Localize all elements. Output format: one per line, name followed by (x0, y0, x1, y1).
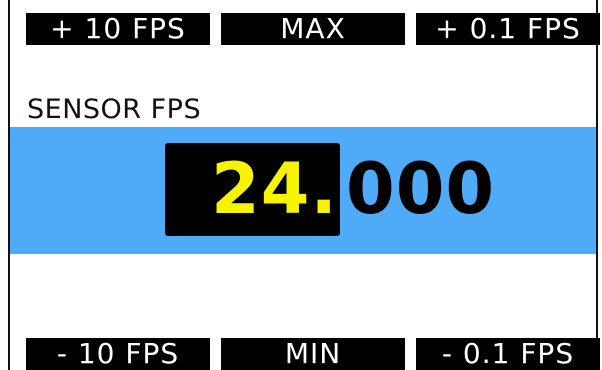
max-fps-button[interactable]: MAX (221, 13, 405, 45)
minus-0-1-fps-button[interactable]: - 0.1 FPS (416, 338, 600, 370)
value-fraction-part: 000 (346, 148, 496, 230)
fps-settings-screen: + 10 FPS MAX + 0.1 FPS SENSOR FPS 24. 00… (0, 0, 602, 370)
fps-value-display[interactable]: 24. 000 (165, 143, 495, 236)
plus-10-fps-button[interactable]: + 10 FPS (26, 13, 210, 45)
plus-0-1-fps-button[interactable]: + 0.1 FPS (416, 13, 600, 45)
parameter-label: SENSOR FPS (27, 94, 202, 125)
value-integer-part: 24. (211, 148, 339, 230)
value-integer-cursor[interactable]: 24. (165, 143, 341, 236)
min-fps-button[interactable]: MIN (221, 338, 405, 370)
minus-10-fps-button[interactable]: - 10 FPS (26, 338, 210, 370)
screen-edge-right (596, 0, 598, 370)
